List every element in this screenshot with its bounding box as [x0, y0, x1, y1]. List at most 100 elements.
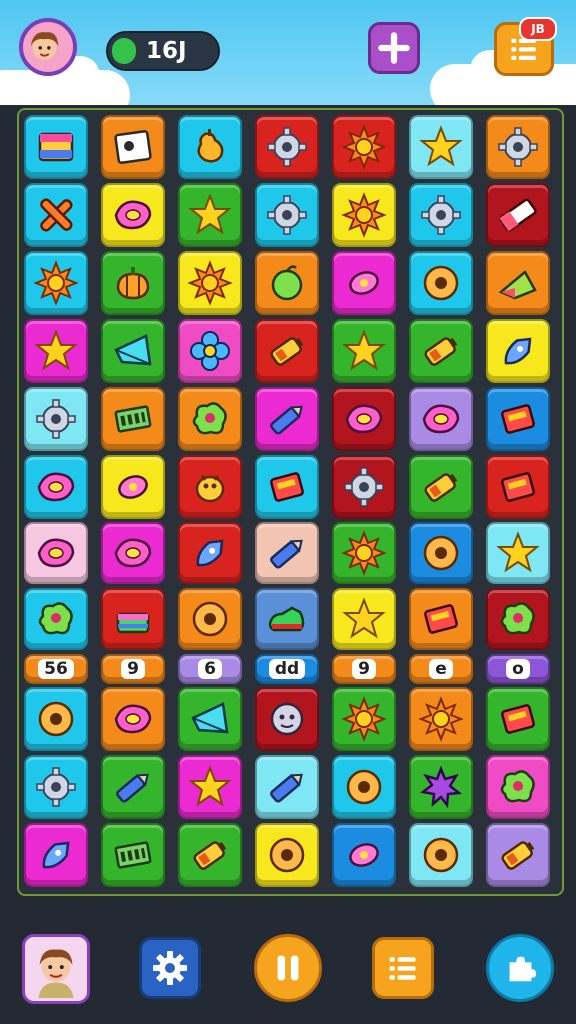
board-tile[interactable]	[255, 319, 319, 383]
face-icon	[270, 702, 304, 736]
board-tile[interactable]: dd	[255, 654, 319, 684]
board-tile[interactable]	[101, 588, 165, 650]
board-tile[interactable]: o	[486, 654, 550, 684]
board-tile[interactable]	[332, 115, 396, 179]
board-tile[interactable]	[486, 823, 550, 887]
add-button[interactable]	[368, 22, 420, 74]
player-avatar[interactable]	[19, 18, 77, 76]
battery-icon	[193, 841, 227, 870]
board-tile[interactable]	[486, 319, 550, 383]
board-tile[interactable]	[101, 755, 165, 819]
board-tile[interactable]	[24, 455, 88, 519]
profile-button[interactable]	[22, 934, 90, 1004]
star-icon	[496, 531, 540, 573]
board-tile[interactable]	[409, 115, 473, 179]
board-tile[interactable]	[332, 319, 396, 383]
board-tile[interactable]	[178, 183, 242, 247]
board-tile[interactable]	[178, 823, 242, 887]
board-tile[interactable]: e	[409, 654, 473, 684]
board-tile[interactable]	[101, 251, 165, 315]
board-tile[interactable]	[486, 387, 550, 451]
board-tile[interactable]: 6	[178, 654, 242, 684]
board-tile[interactable]	[101, 319, 165, 383]
board-tile[interactable]	[101, 115, 165, 179]
board-tile[interactable]	[24, 251, 88, 315]
board-tile[interactable]	[101, 455, 165, 519]
board-tile[interactable]	[24, 755, 88, 819]
board-tile[interactable]	[486, 755, 550, 819]
board-tile[interactable]	[332, 522, 396, 584]
board-tile[interactable]	[101, 522, 165, 584]
board-tile[interactable]	[409, 319, 473, 383]
board-tile[interactable]	[178, 251, 242, 315]
board-tile[interactable]	[101, 387, 165, 451]
board-tile[interactable]	[486, 588, 550, 650]
pause-button[interactable]	[254, 934, 322, 1002]
board-tile[interactable]	[486, 251, 550, 315]
board-tile[interactable]	[255, 251, 319, 315]
board-tile[interactable]	[24, 319, 88, 383]
board-tile[interactable]	[255, 687, 319, 751]
board-tile[interactable]: 9	[332, 654, 396, 684]
board-tile[interactable]	[486, 183, 550, 247]
board-tile[interactable]	[332, 823, 396, 887]
board-tile[interactable]	[255, 522, 319, 584]
board-tile[interactable]	[24, 387, 88, 451]
settings-button[interactable]	[139, 937, 201, 999]
board-tile[interactable]	[178, 687, 242, 751]
board-tile[interactable]	[255, 755, 319, 819]
board-tile[interactable]	[255, 183, 319, 247]
board-tile[interactable]	[409, 687, 473, 751]
board-tile[interactable]	[178, 319, 242, 383]
list-button[interactable]	[372, 937, 434, 999]
board-tile[interactable]	[178, 115, 242, 179]
board-tile[interactable]	[178, 588, 242, 650]
board-tile[interactable]	[332, 588, 396, 650]
board-tile[interactable]	[24, 687, 88, 751]
board-tile[interactable]	[409, 755, 473, 819]
board-tile[interactable]	[332, 755, 396, 819]
board-tile[interactable]	[101, 183, 165, 247]
board-tile[interactable]	[255, 387, 319, 451]
board-tile[interactable]	[178, 755, 242, 819]
board-tile[interactable]	[332, 687, 396, 751]
board-tile[interactable]	[255, 455, 319, 519]
board-tile[interactable]	[409, 455, 473, 519]
board-tile[interactable]	[24, 522, 88, 584]
board-tile[interactable]	[486, 455, 550, 519]
board-tile[interactable]	[24, 588, 88, 650]
board-tile[interactable]	[24, 115, 88, 179]
board-tile[interactable]	[486, 115, 550, 179]
board-tile[interactable]	[332, 251, 396, 315]
board-tile[interactable]	[409, 823, 473, 887]
gem-icon	[37, 472, 75, 502]
board-tile[interactable]	[332, 387, 396, 451]
notification-badge: JB	[519, 17, 557, 41]
menu-button[interactable]: JB	[494, 17, 557, 76]
board-tile[interactable]	[255, 588, 319, 650]
board-tile[interactable]	[409, 251, 473, 315]
board-tile[interactable]	[255, 823, 319, 887]
board-tile[interactable]: 9	[101, 654, 165, 684]
share-button[interactable]	[486, 934, 554, 1002]
board-tile[interactable]	[101, 687, 165, 751]
board-tile[interactable]	[178, 455, 242, 519]
board-tile[interactable]	[486, 522, 550, 584]
board-tile[interactable]	[332, 455, 396, 519]
board-tile[interactable]	[409, 387, 473, 451]
board-tile[interactable]	[409, 588, 473, 650]
board-tile[interactable]	[409, 522, 473, 584]
board-tile[interactable]	[178, 387, 242, 451]
board-tile[interactable]	[24, 183, 88, 247]
board-tile[interactable]	[255, 115, 319, 179]
star-icon	[34, 329, 78, 371]
star-icon	[188, 765, 232, 807]
board-tile[interactable]	[101, 823, 165, 887]
board-tile[interactable]: 56	[24, 654, 88, 684]
board-tile[interactable]	[332, 183, 396, 247]
board-tile[interactable]	[24, 823, 88, 887]
gear-icon	[267, 127, 307, 167]
board-tile[interactable]	[178, 522, 242, 584]
board-tile[interactable]	[486, 687, 550, 751]
board-tile[interactable]	[409, 183, 473, 247]
